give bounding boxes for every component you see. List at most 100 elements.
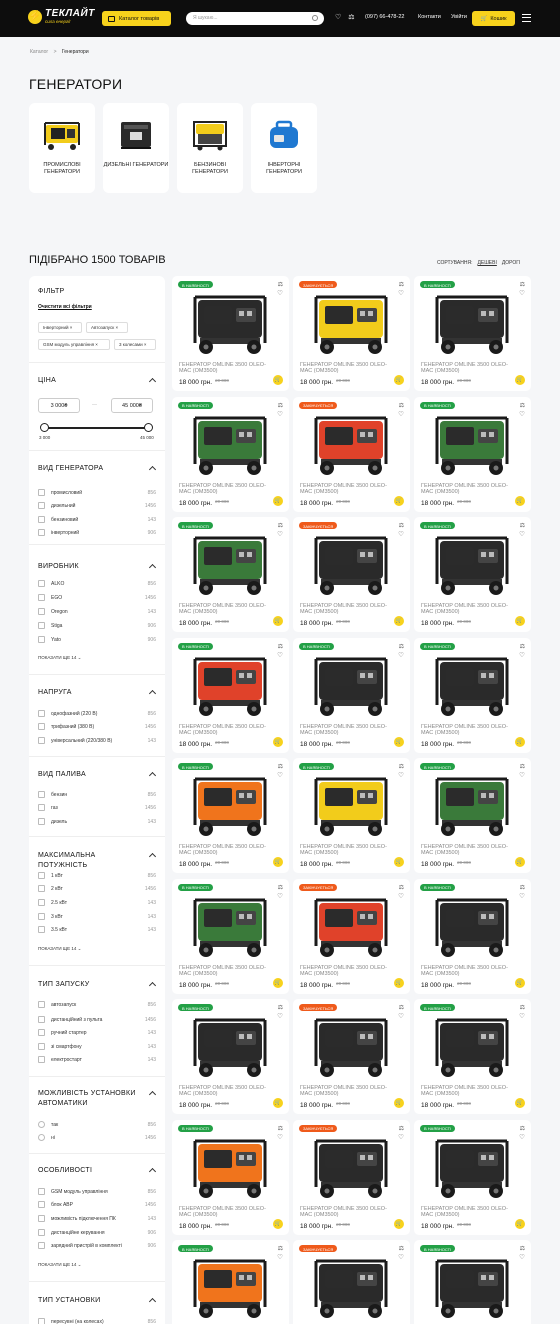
- product-card[interactable]: ЗАКІНЧУЄТЬСЯ⚖♡ГЕНЕРАТОР OMLINE 3500 OLEO…: [293, 1240, 410, 1324]
- filter-option[interactable]: пересувні (на колесах) 856: [38, 1318, 156, 1324]
- heart-icon[interactable]: ♡: [519, 410, 525, 418]
- product-name[interactable]: ГЕНЕРАТОР OMLINE 3500 OLEO-MAC (OM3500): [421, 965, 511, 977]
- heart-icon[interactable]: ♡: [519, 289, 525, 297]
- radio-button[interactable]: [38, 1134, 45, 1141]
- heart-icon[interactable]: ♡: [519, 1253, 525, 1261]
- add-to-cart-button[interactable]: 🛒: [273, 616, 283, 626]
- filter-group-title[interactable]: МАКСИМАЛЬНА ПОТУЖНІСТЬ: [38, 851, 143, 871]
- search-icon[interactable]: [312, 15, 318, 21]
- heart-icon[interactable]: ♡: [277, 892, 283, 900]
- product-card[interactable]: В НАЯВНОСТІ⚖♡ГЕНЕРАТОР OMLINE 3500 OLEO-…: [293, 758, 410, 873]
- filter-option[interactable]: універсальний (220/380 В) 143: [38, 737, 156, 745]
- checkbox[interactable]: [38, 516, 45, 523]
- checkbox[interactable]: [38, 723, 45, 730]
- checkbox[interactable]: [38, 913, 45, 920]
- show-more-link[interactable]: ПОКАЗАТИ ЩЕ 14 ⌄: [38, 946, 81, 952]
- filter-option[interactable]: бензин 856: [38, 791, 156, 799]
- chevron-up-icon[interactable]: [148, 465, 157, 474]
- compare-icon[interactable]: ⚖: [520, 1125, 525, 1132]
- filter-option[interactable]: дизель 143: [38, 818, 156, 826]
- checkbox[interactable]: [38, 502, 45, 509]
- filter-group-title[interactable]: МОЖЛИВІСТЬ УСТАНОВКИ АВТОМАТИКИ: [38, 1089, 143, 1109]
- checkbox[interactable]: [38, 529, 45, 536]
- filter-option[interactable]: дистанційний з пульта 1456: [38, 1016, 156, 1024]
- checkbox[interactable]: [38, 1001, 45, 1008]
- price-range-max-handle[interactable]: [144, 423, 153, 432]
- heart-icon[interactable]: ♡: [398, 530, 404, 538]
- add-to-cart-button[interactable]: 🛒: [273, 736, 283, 747]
- product-card[interactable]: В НАЯВНОСТІ⚖♡ГЕНЕРАТОР OMLINE 3500 OLEO-…: [172, 276, 289, 391]
- add-to-cart-button[interactable]: 🛒: [394, 857, 404, 867]
- add-to-cart-button[interactable]: 🛒: [394, 1098, 404, 1108]
- checkbox[interactable]: [38, 872, 45, 879]
- product-card[interactable]: В НАЯВНОСТІ⚖♡ГЕНЕРАТОР OMLINE 3500 OLEO-…: [414, 878, 531, 994]
- heart-icon[interactable]: ♡: [277, 289, 283, 297]
- filter-option[interactable]: ручний стартер 143: [38, 1029, 156, 1037]
- filter-option[interactable]: EGO 1456: [38, 594, 156, 602]
- compare-icon[interactable]: ⚖: [399, 281, 404, 288]
- product-card[interactable]: В НАЯВНОСТІ⚖♡ГЕНЕРАТОР OMLINE 3500 OLEO-…: [414, 758, 531, 873]
- filter-option[interactable]: можливість підключення ПК 143: [38, 1215, 156, 1223]
- heart-icon[interactable]: ♡: [519, 771, 525, 779]
- add-to-cart-button[interactable]: 🛒: [273, 1098, 283, 1108]
- filter-chip[interactable]: Автозапуск ×: [86, 322, 128, 333]
- filter-chip[interactable]: GSM модуль управління ×: [38, 339, 110, 350]
- compare-icon[interactable]: ⚖: [520, 643, 525, 650]
- product-name[interactable]: ГЕНЕРАТОР OMLINE 3500 OLEO-MAC (OM3500): [421, 362, 511, 374]
- product-card[interactable]: ЗАКІНЧУЄТЬСЯ⚖♡ГЕНЕРАТОР OMLINE 3500 OLEO…: [293, 878, 410, 994]
- product-card[interactable]: В НАЯВНОСТІ⚖♡ГЕНЕРАТОР OMLINE 3500 OLEO-…: [414, 1240, 531, 1324]
- filter-option[interactable]: ні 1456: [38, 1134, 156, 1142]
- filter-option[interactable]: газ 1456: [38, 804, 156, 812]
- product-card[interactable]: В НАЯВНОСТІ⚖♡ГЕНЕРАТОР OMLINE 3500 OLEO-…: [172, 1240, 289, 1324]
- compare-icon[interactable]: ⚖: [278, 763, 283, 770]
- heart-icon[interactable]: ♡: [277, 1133, 283, 1141]
- add-to-cart-button[interactable]: 🛒: [273, 495, 283, 506]
- close-icon[interactable]: ×: [143, 342, 147, 347]
- heart-icon[interactable]: ♡: [277, 1012, 283, 1020]
- product-name[interactable]: ГЕНЕРАТОР OMLINE 3500 OLEO-MAC (OM3500): [300, 965, 390, 977]
- product-name[interactable]: ГЕНЕРАТОР OMLINE 3500 OLEO-MAC (OM3500): [179, 483, 269, 495]
- heart-icon[interactable]: ♡: [277, 530, 283, 538]
- checkbox[interactable]: [38, 489, 45, 496]
- compare-icon[interactable]: ⚖: [278, 884, 283, 891]
- compare-icon[interactable]: ⚖: [278, 281, 283, 288]
- heart-icon[interactable]: ♡: [398, 892, 404, 900]
- filter-option[interactable]: інверторний 906: [38, 529, 156, 537]
- product-card[interactable]: В НАЯВНОСТІ⚖♡ГЕНЕРАТОР OMLINE 3500 OLEO-…: [172, 878, 289, 994]
- search-input[interactable]: Я шукаю...: [186, 12, 324, 25]
- compare-icon[interactable]: ⚖: [520, 522, 525, 529]
- chevron-up-icon[interactable]: [148, 771, 157, 780]
- compare-icon[interactable]: ⚖: [278, 522, 283, 529]
- filter-option[interactable]: GSM модуль управління 856: [38, 1188, 156, 1196]
- filter-option[interactable]: 2 кВт 1456: [38, 885, 156, 893]
- compare-icon[interactable]: ⚖: [278, 1125, 283, 1132]
- filter-option[interactable]: зарядний пристрій в комплекті 906: [38, 1242, 156, 1250]
- heart-icon[interactable]: ♡: [519, 651, 525, 659]
- product-name[interactable]: ГЕНЕРАТОР OMLINE 3500 OLEO-MAC (OM3500): [421, 724, 511, 736]
- login-link[interactable]: Увійти: [451, 14, 467, 20]
- add-to-cart-button[interactable]: 🛒: [273, 977, 283, 988]
- compare-icon[interactable]: ⚖: [520, 1245, 525, 1252]
- heart-icon[interactable]: ♡: [519, 892, 525, 900]
- product-card[interactable]: В НАЯВНОСТІ⚖♡ГЕНЕРАТОР OMLINE 3500 OLEO-…: [172, 758, 289, 873]
- heart-icon[interactable]: ♡: [519, 1012, 525, 1020]
- filter-option[interactable]: зі смартфону 143: [38, 1043, 156, 1051]
- checkbox[interactable]: [38, 580, 45, 587]
- logo[interactable]: ⚡ ТЕКЛАЙТ сила енергії: [28, 9, 95, 25]
- product-name[interactable]: ГЕНЕРАТОР OMLINE 3500 OLEO-MAC (OM3500): [179, 603, 269, 615]
- show-more-link[interactable]: ПОКАЗАТИ ЩЕ 14 ⌄: [38, 1262, 81, 1268]
- phone-link[interactable]: (097) 66-478-22: [365, 14, 404, 20]
- product-card[interactable]: В НАЯВНОСТІ⚖♡ГЕНЕРАТОР OMLINE 3500 OLEO-…: [414, 637, 531, 753]
- checkbox[interactable]: [38, 926, 45, 933]
- compare-icon[interactable]: ⚖: [278, 643, 283, 650]
- compare-icon[interactable]: ⚖: [399, 522, 404, 529]
- add-to-cart-button[interactable]: 🛒: [394, 977, 404, 988]
- close-icon[interactable]: ×: [114, 325, 118, 330]
- category-card-petrol[interactable]: БЕНЗИНОВІ ГЕНЕРАТОРИ: [177, 103, 243, 193]
- product-card[interactable]: В НАЯВНОСТІ⚖♡ГЕНЕРАТОР OMLINE 3500 OLEO-…: [172, 1119, 289, 1235]
- add-to-cart-button[interactable]: 🛒: [515, 736, 525, 747]
- heart-icon[interactable]: ♡: [277, 771, 283, 779]
- filter-option[interactable]: блок АВР 1456: [38, 1201, 156, 1209]
- checkbox[interactable]: [38, 1318, 45, 1324]
- cart-button[interactable]: 🛒 Кошик: [472, 11, 515, 26]
